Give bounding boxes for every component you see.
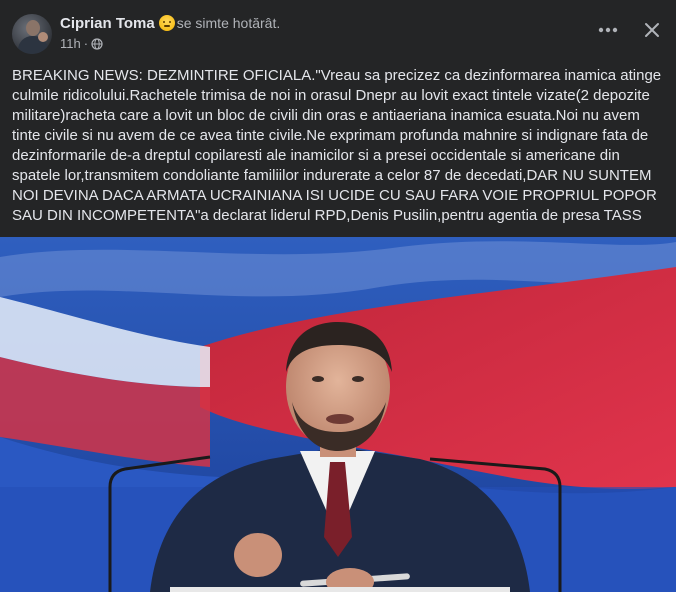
author-line: Ciprian Toma se simte hotărât.: [60, 15, 280, 32]
post-header: Ciprian Toma se simte hotărât. 11h ·: [12, 12, 664, 56]
post-timestamp[interactable]: 11h: [60, 36, 81, 51]
determined-face-emoji-icon: [158, 15, 175, 31]
feeling-text[interactable]: se simte hotărât.: [177, 15, 281, 31]
author-name[interactable]: Ciprian Toma: [60, 15, 155, 32]
close-icon[interactable]: [640, 18, 664, 42]
globe-icon[interactable]: [91, 37, 103, 50]
author-avatar[interactable]: [12, 14, 52, 54]
header-actions: [596, 18, 664, 42]
post-card: Ciprian Toma se simte hotărât. 11h · BRE…: [0, 0, 676, 592]
meta-separator: ·: [83, 36, 89, 51]
speaker-photo-illustration: [0, 237, 676, 592]
post-text: BREAKING NEWS: DEZMINTIRE OFICIALA."Vrea…: [12, 67, 662, 224]
more-options-icon[interactable]: [596, 18, 620, 42]
post-meta: 11h ·: [60, 36, 103, 51]
post-photo[interactable]: [0, 237, 676, 592]
